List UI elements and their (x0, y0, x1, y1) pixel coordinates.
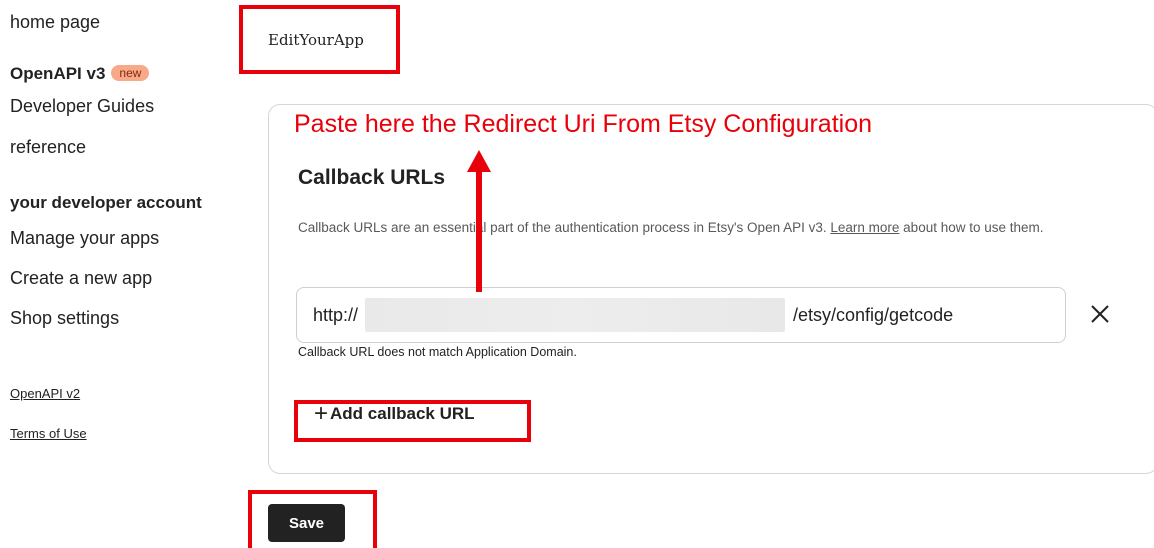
sidebar-item-shop-settings[interactable]: Shop settings (10, 308, 119, 329)
sidebar-link-openapi-v2[interactable]: OpenAPI v2 (10, 386, 80, 401)
annotation-text: Paste here the Redirect Uri From Etsy Co… (294, 110, 873, 138)
page: home page OpenAPI v3 new Developer Guides… (0, 0, 1154, 548)
callback-url-prefix: http:// (313, 305, 359, 325)
sidebar-item-openapi-v3[interactable]: OpenAPI v3 new (10, 64, 150, 84)
sidebar-link-terms[interactable]: Terms of Use (10, 426, 87, 441)
new-badge: new (111, 65, 150, 81)
highlight-box-add-callback (294, 400, 531, 442)
callback-url-suffix: /etsy/config/getcode (793, 305, 954, 325)
sidebar-item-home[interactable]: home page (10, 12, 100, 33)
highlight-box-app-name (239, 5, 400, 74)
sidebar-item-manage-apps[interactable]: Manage your apps (10, 228, 159, 249)
callback-urls-description: Callback URLs are an essential part of t… (298, 218, 1128, 238)
description-text-end: about how to use them. (899, 220, 1044, 235)
description-text-start: Callback URLs are an essential part of t… (298, 220, 831, 235)
callback-url-input[interactable]: http:// /etsy/config/getcode (296, 287, 1066, 343)
sidebar-heading-developer-account: your developer account (10, 193, 202, 212)
highlight-box-save (248, 490, 377, 548)
redacted-url-part (365, 298, 785, 332)
callback-url-error: Callback URL does not match Application … (298, 345, 577, 359)
sidebar-item-create-app[interactable]: Create a new app (10, 268, 152, 289)
sidebar-item-openapi-v3-label: OpenAPI v3 (10, 64, 106, 83)
callback-urls-title: Callback URLs (298, 166, 446, 189)
arrow-up-icon (467, 150, 491, 292)
sidebar-item-developer-guides[interactable]: Developer Guides (10, 96, 154, 117)
sidebar-item-reference[interactable]: reference (10, 137, 86, 158)
learn-more-link[interactable]: Learn more (830, 220, 899, 235)
close-icon[interactable] (1088, 302, 1112, 326)
